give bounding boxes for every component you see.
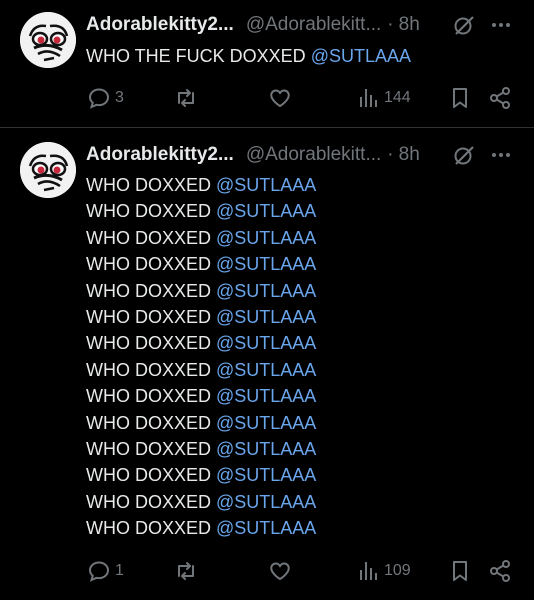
- action-bar: 1 109: [0, 557, 534, 585]
- tweet-header: Adorablekitty2... @Adorablekitt... · 8h: [86, 13, 420, 37]
- bookmark-button[interactable]: [448, 557, 472, 585]
- bookmark-button[interactable]: [448, 84, 472, 112]
- line-text: WHO DOXXED: [86, 201, 217, 222]
- reply-count: 1: [115, 562, 124, 579]
- mention-link[interactable]: @SUTLAAA: [216, 518, 316, 538]
- author-handle[interactable]: @Adorablekitt...: [246, 14, 381, 36]
- repost-arrows-icon: [178, 562, 194, 580]
- line-text: WHO DOXXED: [86, 439, 217, 460]
- share-button[interactable]: [488, 557, 512, 585]
- line-text: WHO THE FUCK DOXXED: [86, 46, 311, 66]
- like-button[interactable]: [268, 84, 292, 112]
- mention-link[interactable]: @SUTLAAA: [216, 413, 316, 433]
- crying-face-avatar-icon: [20, 12, 76, 68]
- line-text: WHO DOXXED: [86, 333, 217, 354]
- reply-button[interactable]: 3: [87, 84, 124, 112]
- tweet[interactable]: Adorablekitty2... @Adorablekitt... · 8h …: [0, 0, 534, 128]
- bookmark-icon: [453, 561, 467, 581]
- author-name[interactable]: Adorablekitty2...: [86, 14, 234, 36]
- separator-dot: ·: [387, 14, 394, 35]
- author-name[interactable]: Adorablekitty2...: [86, 144, 234, 166]
- mention-link[interactable]: @SUTLAAA: [216, 439, 316, 459]
- mention-link[interactable]: @SUTLAAA: [216, 333, 316, 353]
- separator-dot: ·: [387, 144, 394, 165]
- line-text: WHO DOXXED: [86, 465, 217, 486]
- views-bar-chart-icon: [360, 89, 377, 107]
- tweet-text: WHO THE FUCK DOXXED @SUTLAAA: [86, 43, 411, 69]
- tweet-line: WHO DOXXED @SUTLAAA: [86, 489, 316, 515]
- like-button[interactable]: [268, 557, 292, 585]
- mention-link[interactable]: @SUTLAAA: [216, 175, 316, 195]
- tweet-time[interactable]: 8h: [399, 14, 420, 36]
- heart-icon: [270, 89, 290, 108]
- line-text: WHO DOXXED: [86, 280, 217, 301]
- grok-slash-circle-icon[interactable]: [452, 143, 476, 167]
- repost-button[interactable]: [174, 84, 198, 112]
- mention-link[interactable]: @SUTLAAA: [216, 360, 316, 380]
- reply-count: 3: [115, 89, 124, 106]
- tweet-line: WHO THE FUCK DOXXED @SUTLAAA: [86, 43, 411, 69]
- mention-link[interactable]: @SUTLAAA: [216, 281, 316, 301]
- avatar[interactable]: [20, 142, 76, 198]
- mention-link[interactable]: @SUTLAAA: [311, 46, 411, 66]
- view-count: 144: [384, 89, 411, 106]
- mention-link[interactable]: @SUTLAAA: [216, 492, 316, 512]
- views-button[interactable]: 144: [356, 84, 411, 112]
- tweet-line: WHO DOXXED @SUTLAAA: [86, 515, 316, 541]
- line-text: WHO DOXXED: [86, 227, 217, 248]
- line-text: WHO DOXXED: [86, 359, 217, 380]
- more-dots-icon[interactable]: [490, 143, 512, 167]
- tweet-line: WHO DOXXED @SUTLAAA: [86, 462, 316, 488]
- line-text: WHO DOXXED: [86, 254, 217, 275]
- reply-bubble-icon: [88, 88, 110, 109]
- mention-link[interactable]: @SUTLAAA: [216, 465, 316, 485]
- tweet-line: WHO DOXXED @SUTLAAA: [86, 251, 316, 277]
- tweet-line: WHO DOXXED @SUTLAAA: [86, 410, 316, 436]
- tweet-line: WHO DOXXED @SUTLAAA: [86, 436, 316, 462]
- tweet-line: WHO DOXXED @SUTLAAA: [86, 330, 316, 356]
- mention-link[interactable]: @SUTLAAA: [216, 228, 316, 248]
- tweet-line: WHO DOXXED @SUTLAAA: [86, 357, 316, 383]
- author-handle[interactable]: @Adorablekitt...: [246, 144, 381, 166]
- mention-link[interactable]: @SUTLAAA: [216, 201, 316, 221]
- tweet-header: Adorablekitty2... @Adorablekitt... · 8h: [86, 143, 420, 167]
- share-nodes-icon: [490, 87, 510, 109]
- grok-slash-circle-icon[interactable]: [452, 13, 476, 37]
- tweet-line: WHO DOXXED @SUTLAAA: [86, 383, 316, 409]
- line-text: WHO DOXXED: [86, 491, 217, 512]
- views-button[interactable]: 109: [356, 557, 411, 585]
- line-text: WHO DOXXED: [86, 307, 217, 328]
- share-nodes-icon: [490, 560, 510, 582]
- tweet-line: WHO DOXXED @SUTLAAA: [86, 304, 316, 330]
- repost-button[interactable]: [174, 557, 198, 585]
- views-bar-chart-icon: [360, 562, 377, 580]
- tweet-line: WHO DOXXED @SUTLAAA: [86, 172, 316, 198]
- reply-bubble-icon: [88, 561, 110, 582]
- more-dots-icon[interactable]: [490, 13, 512, 37]
- line-text: WHO DOXXED: [86, 412, 217, 433]
- mention-link[interactable]: @SUTLAAA: [216, 254, 316, 274]
- line-text: WHO DOXXED: [86, 518, 217, 539]
- line-text: WHO DOXXED: [86, 386, 217, 407]
- tweet-line: WHO DOXXED @SUTLAAA: [86, 198, 316, 224]
- line-text: WHO DOXXED: [86, 175, 217, 195]
- mention-link[interactable]: @SUTLAAA: [216, 386, 316, 406]
- tweet-text: WHO DOXXED @SUTLAAA WHO DOXXED @SUTLAAA …: [86, 172, 316, 542]
- heart-icon: [270, 562, 290, 581]
- crying-face-avatar-icon: [20, 142, 76, 198]
- reply-button[interactable]: 1: [87, 557, 124, 585]
- tweet-time[interactable]: 8h: [399, 144, 420, 166]
- repost-arrows-icon: [178, 89, 194, 107]
- mention-link[interactable]: @SUTLAAA: [216, 307, 316, 327]
- avatar[interactable]: [20, 12, 76, 68]
- bookmark-icon: [453, 88, 467, 108]
- view-count: 109: [384, 562, 411, 579]
- tweet-line: WHO DOXXED @SUTLAAA: [86, 278, 316, 304]
- tweet-line: WHO DOXXED @SUTLAAA: [86, 225, 316, 251]
- tweet[interactable]: Adorablekitty2... @Adorablekitt... · 8h …: [0, 128, 534, 600]
- share-button[interactable]: [488, 84, 512, 112]
- action-bar: 3 144: [0, 84, 534, 112]
